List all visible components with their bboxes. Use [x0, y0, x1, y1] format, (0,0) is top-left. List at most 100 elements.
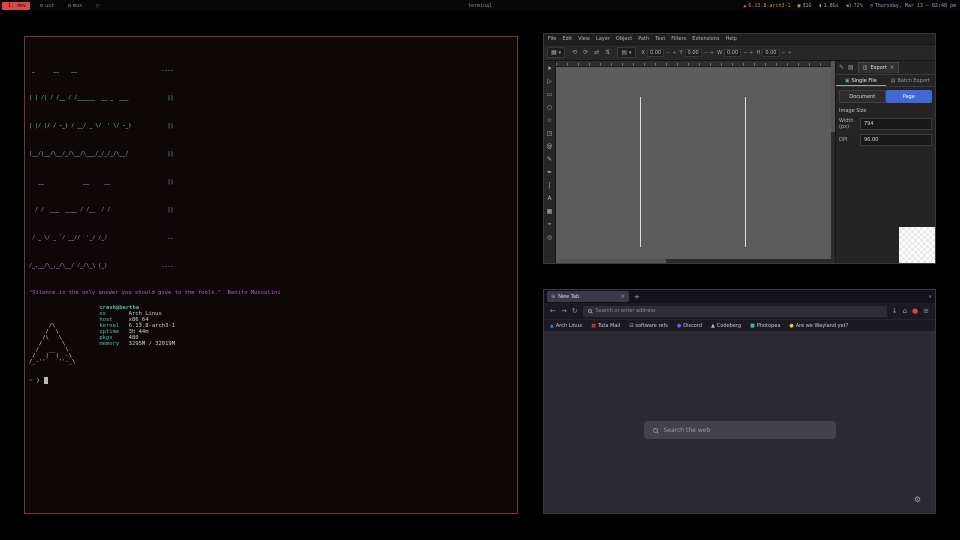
shell-prompt[interactable]: ~ ❯ — [29, 377, 513, 384]
list-all-tabs-icon[interactable]: ∨ — [928, 294, 932, 300]
spiral-tool-icon[interactable]: @ — [547, 141, 553, 153]
export-tab[interactable]: ◫ Export × — [858, 62, 899, 73]
bookmark-item[interactable]: ■ Photopea — [750, 323, 780, 329]
tab-new-tab[interactable]: ⊕ New Tab × — [547, 291, 629, 302]
status-bar: 1: dev ⚙ ust ⊟ mux ▢ terminal — [0, 0, 960, 11]
increment-button[interactable]: + — [749, 50, 753, 56]
scrollbar-thumb[interactable] — [556, 259, 666, 263]
tab-single-file[interactable]: ▣ Single File — [836, 75, 886, 86]
menu-item[interactable]: Edit — [562, 36, 572, 42]
terminal-quote: "Silence is the only answer you should g… — [29, 290, 513, 296]
codeberg-icon: ▲ — [711, 323, 715, 329]
downloads-icon[interactable]: ↓ — [892, 307, 898, 315]
width-input[interactable]: 794 — [860, 118, 932, 130]
ascii-line: / _ \/ _ `/ __// '_/ /_/ .. — [29, 235, 513, 242]
bookmark-item[interactable]: ● Discord — [677, 323, 702, 329]
web-search-input[interactable]: Search the web — [644, 421, 836, 439]
back-button[interactable]: ← — [550, 307, 556, 315]
flip-horizontal-icon[interactable]: ⇄ — [594, 49, 599, 56]
url-placeholder: Search or enter address — [596, 308, 656, 314]
workspace-item[interactable]: ⊟ mux — [64, 2, 86, 10]
pencil-tool-icon[interactable]: ✎ — [547, 154, 552, 166]
bookmark-item[interactable]: ▲ Arch Linux — [550, 323, 582, 329]
field-value[interactable]: 0.00 — [647, 49, 664, 57]
url-bar[interactable]: Search or enter address — [583, 306, 887, 317]
ascii-line: / / ___ ____ / /__ / / || — [29, 207, 513, 214]
status-text: 1.8Gi — [824, 3, 839, 9]
close-icon[interactable]: × — [890, 65, 894, 71]
rotate-cw-icon[interactable]: ⟳ — [583, 49, 588, 56]
menu-item[interactable]: Filters — [671, 36, 686, 42]
menu-item[interactable]: Object — [616, 36, 632, 42]
arch-kernel-icon: ▲ — [743, 3, 746, 9]
menu-item[interactable]: Path — [638, 36, 649, 42]
field-value[interactable]: 0.00 — [724, 49, 741, 57]
increment-button[interactable]: + — [710, 50, 714, 56]
ellipse-tool-icon[interactable]: ○ — [547, 102, 552, 114]
page-button[interactable]: Page — [886, 90, 933, 103]
tab-batch-export[interactable]: ▤ Batch Export — [886, 75, 936, 86]
star-tool-icon[interactable]: ☆ — [547, 115, 552, 127]
menu-icon[interactable]: ≡ — [923, 307, 929, 315]
bookmark-item[interactable]: ■ Tuta Mail — [591, 323, 620, 329]
edit-icon[interactable]: ✎ — [839, 64, 844, 71]
inkscape-window[interactable]: File Edit View Layer Object Path Text Filters Ex… — [543, 33, 936, 264]
record-indicator-icon[interactable]: ● — [912, 307, 918, 315]
forward-button[interactable]: → — [561, 307, 567, 315]
menu-item[interactable]: Help — [725, 36, 736, 42]
menu-item[interactable]: Text — [655, 36, 665, 42]
bookmark-item[interactable]: ⊟ software refs — [629, 323, 668, 329]
box3d-tool-icon[interactable]: ◳ — [547, 128, 553, 140]
document-button[interactable]: Document — [839, 90, 886, 103]
field-value[interactable]: 0.00 — [685, 49, 702, 57]
arch-logo-ascii: /\ / \ /\ \ / \ / __ \ / | | -\/_-'' ''-… — [29, 305, 75, 365]
rotate-ccw-icon[interactable]: ⟲ — [572, 49, 577, 56]
status-module: ◀) 72% — [846, 3, 863, 9]
decrement-button[interactable]: − — [743, 50, 747, 56]
horizontal-scrollbar[interactable] — [556, 259, 831, 263]
decrement-button[interactable]: − — [666, 50, 670, 56]
ascii-banner: _ __ __ .... | | /| / /__ / /______ __ _… — [29, 39, 513, 284]
close-tab-icon[interactable]: × — [621, 294, 625, 300]
menu-item[interactable]: Extensions — [692, 36, 719, 42]
menu-item[interactable]: File — [548, 36, 556, 42]
swatches-icon[interactable]: ▤ — [848, 64, 854, 71]
rectangle-tool-icon[interactable]: ▭ — [547, 89, 553, 101]
bookmark-item[interactable]: ● Are we Wayland yet? — [789, 323, 848, 329]
workspace-label: ust — [45, 3, 54, 9]
menu-item[interactable]: View — [578, 36, 590, 42]
zoom-tool-icon[interactable]: ◎ — [547, 232, 552, 244]
bookmark-item[interactable]: ▲ Codeberg — [711, 323, 741, 329]
terminal-window[interactable]: _ __ __ .... | | /| / /__ / /______ __ _… — [24, 36, 518, 514]
increment-button[interactable]: + — [672, 50, 676, 56]
decrement-button[interactable]: − — [782, 50, 786, 56]
dpi-input[interactable]: 96.00 — [860, 134, 932, 146]
node-tool-icon[interactable]: ▷ — [547, 76, 552, 88]
pen-tool-icon[interactable]: ✒ — [547, 167, 552, 179]
home-icon[interactable]: ⌂ — [903, 307, 907, 315]
flip-vertical-icon[interactable]: ⇅ — [605, 49, 610, 56]
dropper-tool-icon[interactable]: ⌖ — [548, 219, 551, 231]
dpi-label: DPI — [839, 137, 857, 143]
select-mode-dropdown[interactable]: ▦ ▾ — [547, 47, 565, 58]
canvas[interactable] — [556, 67, 831, 259]
bookmark-label: Discord — [683, 323, 702, 329]
workspace-item[interactable]: ⚙ ust — [36, 2, 58, 10]
workspace-item[interactable]: 1: dev — [2, 2, 30, 10]
reload-button[interactable]: ↻ — [572, 307, 578, 315]
menu-item[interactable]: Layer — [596, 36, 610, 42]
selector-tool-icon[interactable]: ➤ — [547, 63, 552, 75]
browser-window[interactable]: ⊕ New Tab × + ∨ ← → ↻ Search or enter ad… — [543, 289, 936, 514]
gradient-tool-icon[interactable]: ▦ — [547, 206, 553, 218]
decrement-button[interactable]: − — [704, 50, 708, 56]
volume-icon: ◀) — [846, 3, 852, 9]
dock-tab-strip: ✎ ▤ ◫ Export × — [836, 61, 935, 75]
workspace-item[interactable]: ▢ — [92, 2, 105, 10]
text-tool-icon[interactable]: A — [547, 193, 551, 205]
field-value[interactable]: 0.00 — [762, 49, 779, 57]
align-dropdown[interactable]: ▤ ▾ — [617, 47, 635, 58]
increment-button[interactable]: + — [788, 50, 792, 56]
calligraphy-tool-icon[interactable]: ʃ — [548, 180, 550, 192]
personalize-gear-icon[interactable]: ⚙ — [914, 495, 921, 504]
new-tab-button[interactable]: + — [634, 293, 640, 301]
